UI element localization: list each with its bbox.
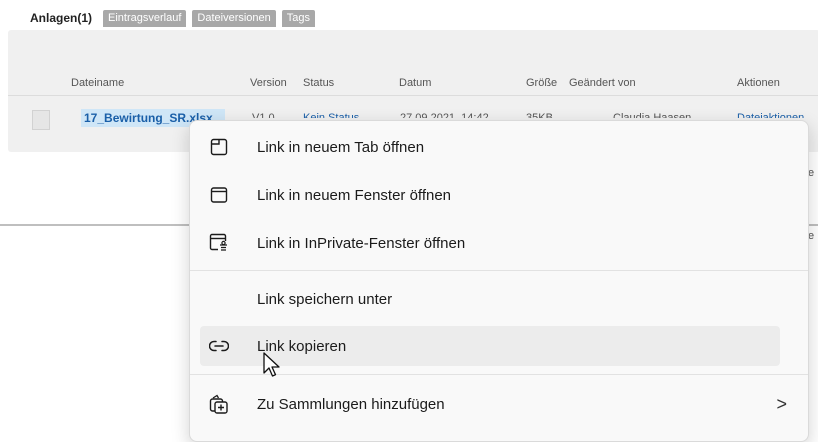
file-icon — [32, 110, 50, 130]
mouse-pointer-icon — [263, 352, 280, 377]
tab-dateiversionen[interactable]: Dateiversionen — [192, 9, 276, 27]
link-icon — [207, 334, 231, 358]
menu-item-label: Link speichern unter — [257, 290, 393, 308]
menu-separator — [190, 374, 808, 375]
menu-item-label: Zu Sammlungen hinzufügen — [257, 395, 445, 413]
new-window-icon — [207, 183, 231, 207]
tab-anlagen[interactable]: Anlagen(1) — [30, 10, 97, 27]
column-header-dateiname[interactable]: Dateiname — [71, 77, 124, 89]
menu-item-label: Link in neuem Tab öffnen — [257, 138, 425, 156]
row-size: 35KB — [526, 112, 553, 118]
menu-item-open-new-tab[interactable]: Link in neuem Tab öffnen — [200, 127, 780, 167]
column-header-geaendert-von[interactable]: Geändert von — [569, 77, 636, 89]
menu-item-open-inprivate[interactable]: Link in InPrivate-Fenster öffnen — [200, 223, 780, 263]
chevron-right-icon: > — [776, 393, 787, 414]
column-header-groesse[interactable]: Größe — [526, 77, 557, 89]
menu-separator — [190, 270, 808, 271]
row-action-link[interactable]: Dateiaktionen — [737, 112, 804, 118]
row-changed-by: Claudia Haasen — [613, 112, 692, 118]
row-date: 27.09.2021, 14:42 — [400, 112, 489, 118]
menu-item-label: Link in InPrivate-Fenster öffnen — [257, 234, 466, 252]
row-status[interactable]: Kein Status — [303, 112, 359, 118]
column-header-aktionen: Aktionen — [737, 77, 780, 89]
divider-line-right — [808, 224, 818, 226]
column-header-status[interactable]: Status — [303, 77, 334, 89]
menu-item-save-link-as[interactable]: Link speichern unter — [200, 279, 780, 319]
tab-bar: Anlagen(1) Eintragsverlauf Dateiversione… — [30, 9, 316, 27]
tab-tags[interactable]: Tags — [281, 9, 316, 27]
collections-icon — [207, 392, 231, 416]
tab-eintragsverlauf[interactable]: Eintragsverlauf — [103, 9, 187, 27]
divider-line — [0, 224, 200, 226]
row-version: V1.0 — [252, 112, 275, 118]
new-tab-icon — [207, 135, 231, 159]
menu-item-add-to-collections[interactable]: Zu Sammlungen hinzufügen > — [200, 384, 787, 424]
context-menu: Link in neuem Tab öffnen Link in neuem F… — [189, 120, 809, 442]
column-header-datum[interactable]: Datum — [399, 77, 431, 89]
menu-item-copy-link[interactable]: Link kopieren — [200, 326, 780, 366]
menu-item-open-new-window[interactable]: Link in neuem Fenster öffnen — [200, 175, 780, 215]
menu-item-label: Link in neuem Fenster öffnen — [257, 186, 452, 204]
header-divider — [8, 95, 818, 96]
column-header-version[interactable]: Version — [250, 77, 287, 89]
inprivate-window-icon — [207, 231, 231, 255]
